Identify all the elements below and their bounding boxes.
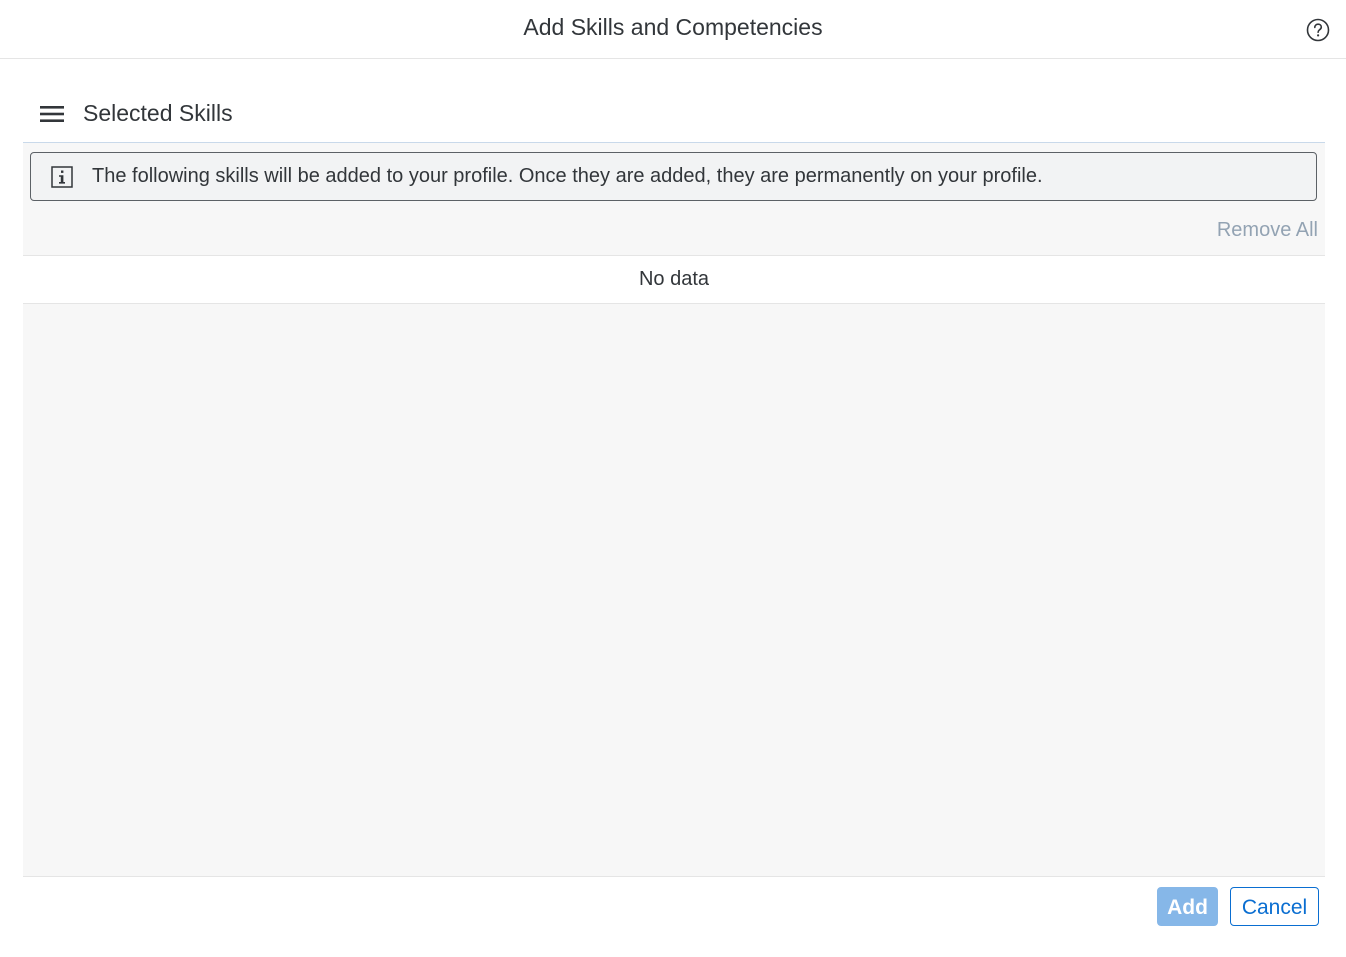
info-message-strip: The following skills will be added to yo… bbox=[30, 152, 1317, 201]
dialog-footer: Add Cancel bbox=[23, 876, 1325, 957]
info-icon bbox=[51, 166, 73, 188]
selected-skills-content: The following skills will be added to yo… bbox=[23, 143, 1325, 876]
skills-table-empty-row: No data bbox=[23, 255, 1325, 304]
menu-icon[interactable] bbox=[37, 100, 67, 128]
help-icon[interactable] bbox=[1306, 18, 1330, 42]
cancel-button[interactable]: Cancel bbox=[1230, 887, 1319, 926]
section-title: Selected Skills bbox=[83, 100, 233, 126]
info-message-text: The following skills will be added to yo… bbox=[92, 165, 1043, 187]
dialog-title: Add Skills and Competencies bbox=[523, 14, 823, 40]
remove-all-button[interactable]: Remove All bbox=[1217, 219, 1318, 242]
add-skills-dialog: Add Skills and Competencies Selected Ski… bbox=[0, 0, 1346, 957]
add-button[interactable]: Add bbox=[1157, 887, 1218, 926]
selected-skills-header: Selected Skills bbox=[23, 90, 1325, 143]
dialog-header: Add Skills and Competencies bbox=[0, 0, 1346, 59]
